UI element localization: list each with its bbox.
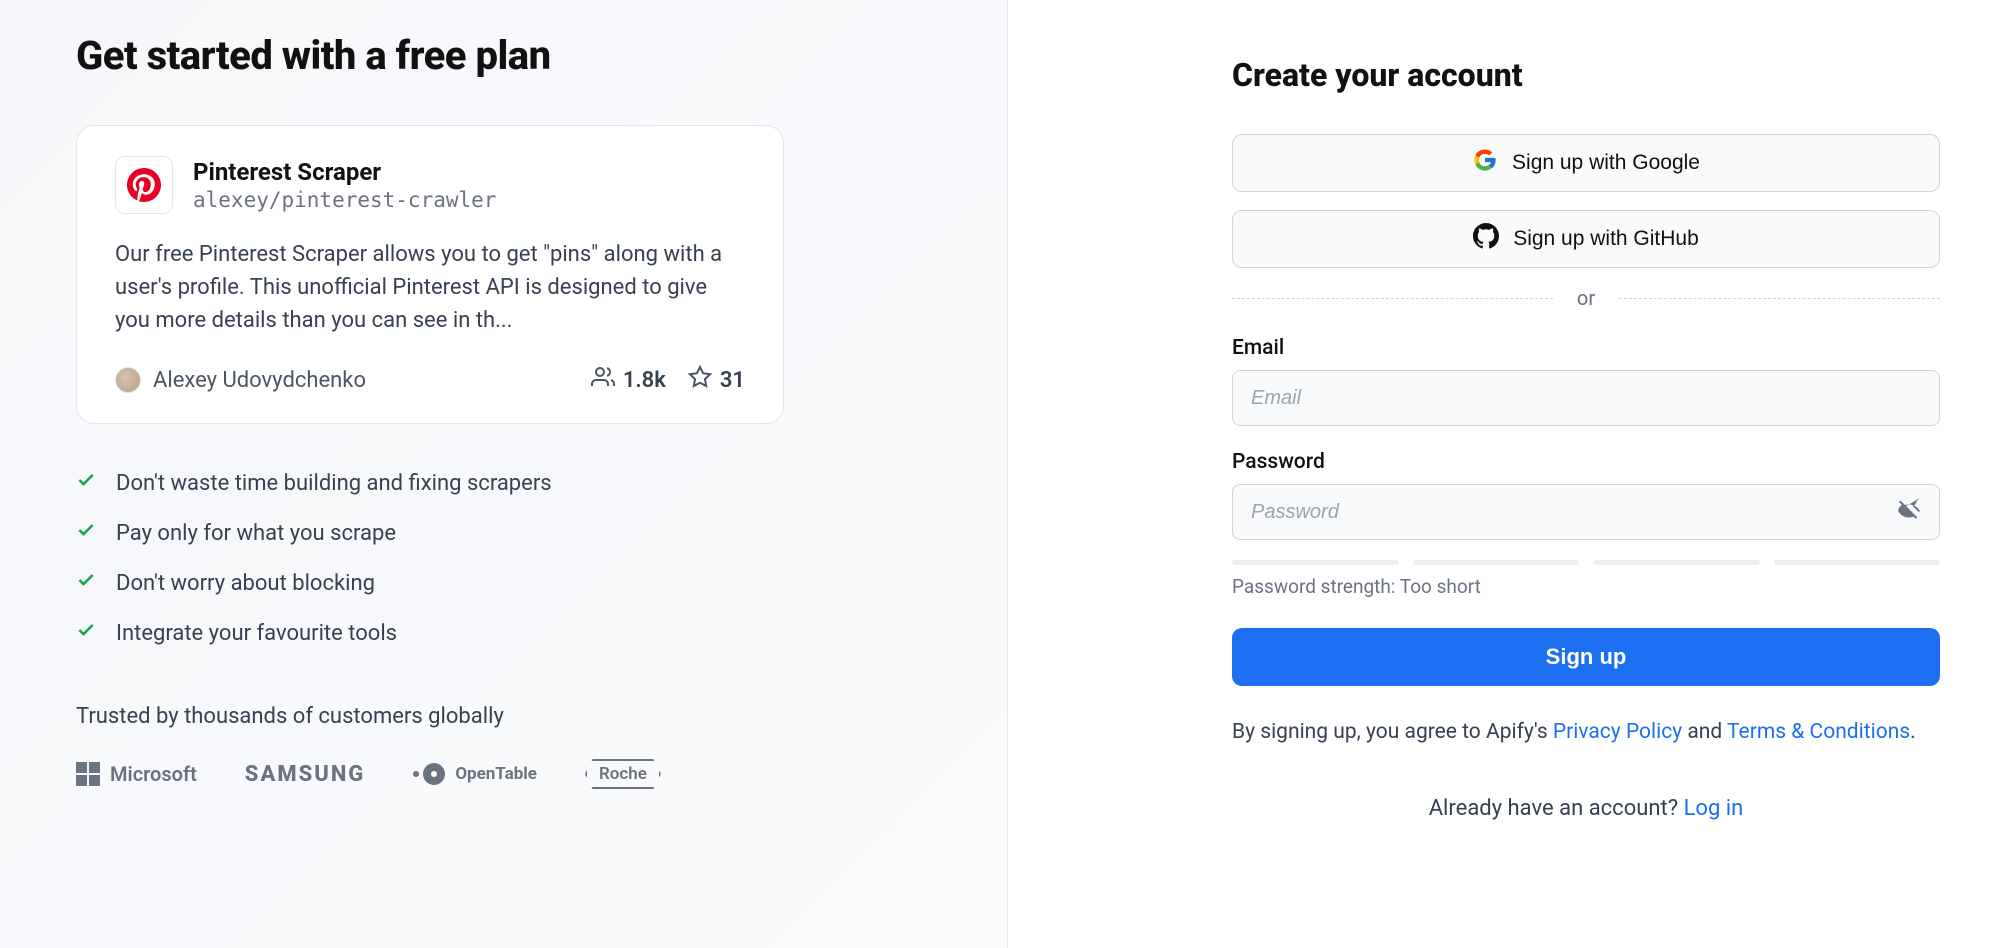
opentable-icon: [413, 763, 445, 785]
avatar: [115, 367, 141, 393]
password-strength-text: Password strength: Too short: [1232, 575, 1940, 598]
card-title: Pinterest Scraper: [193, 158, 496, 186]
login-prompt: Already have an account? Log in: [1232, 796, 1940, 821]
check-icon: [76, 470, 96, 496]
actor-card[interactable]: Pinterest Scraper alexey/pinterest-crawl…: [76, 125, 784, 424]
headline: Get started with a free plan: [76, 32, 931, 79]
password-label: Password: [1232, 450, 1940, 474]
check-icon: [76, 520, 96, 546]
opentable-logo: OpenTable: [413, 763, 537, 785]
google-signup-label: Sign up with Google: [1512, 151, 1700, 175]
list-item: Don't waste time building and fixing scr…: [76, 470, 931, 496]
google-signup-button[interactable]: Sign up with Google: [1232, 134, 1940, 192]
users-count: 1.8k: [623, 368, 666, 393]
email-label: Email: [1232, 336, 1940, 360]
github-signup-label: Sign up with GitHub: [1513, 227, 1699, 251]
divider-text: or: [1577, 286, 1595, 310]
password-field[interactable]: [1232, 484, 1940, 540]
benefit-text: Don't waste time building and fixing scr…: [116, 471, 552, 496]
microsoft-icon: [76, 762, 100, 786]
pinterest-icon: [115, 156, 173, 214]
star-icon: [688, 365, 712, 395]
author[interactable]: Alexey Udovydchenko: [115, 367, 366, 393]
card-description: Our free Pinterest Scraper allows you to…: [115, 238, 745, 337]
toggle-password-icon[interactable]: [1896, 498, 1922, 528]
email-field[interactable]: [1232, 370, 1940, 426]
author-name: Alexey Udovydchenko: [153, 368, 366, 393]
privacy-link[interactable]: Privacy Policy: [1553, 720, 1682, 744]
benefits-list: Don't waste time building and fixing scr…: [76, 470, 931, 646]
benefit-text: Don't worry about blocking: [116, 571, 375, 596]
users-stat: 1.8k: [591, 365, 666, 395]
card-slug: alexey/pinterest-crawler: [193, 188, 496, 212]
check-icon: [76, 620, 96, 646]
marketing-pane: Get started with a free plan Pinterest S…: [0, 0, 1008, 948]
stars-count: 31: [720, 368, 745, 393]
github-signup-button[interactable]: Sign up with GitHub: [1232, 210, 1940, 268]
check-icon: [76, 570, 96, 596]
customer-logos: Microsoft SAMSUNG OpenTable Roche: [76, 759, 931, 789]
samsung-logo: SAMSUNG: [245, 762, 366, 787]
divider: or: [1232, 286, 1940, 310]
legal-text: By signing up, you agree to Apify's Priv…: [1232, 716, 1940, 750]
trust-text: Trusted by thousands of customers global…: [76, 704, 931, 729]
terms-link[interactable]: Terms & Conditions: [1727, 720, 1910, 744]
benefit-text: Integrate your favourite tools: [116, 621, 397, 646]
card-header: Pinterest Scraper alexey/pinterest-crawl…: [115, 156, 745, 214]
benefit-text: Pay only for what you scrape: [116, 521, 396, 546]
stars-stat: 31: [688, 365, 745, 395]
signup-pane: Create your account Sign up with Google …: [1008, 0, 2000, 948]
form-title: Create your account: [1232, 56, 1940, 94]
roche-logo: Roche: [585, 759, 661, 789]
login-link[interactable]: Log in: [1684, 796, 1744, 821]
github-icon: [1473, 223, 1499, 255]
google-icon: [1472, 147, 1498, 179]
list-item: Pay only for what you scrape: [76, 520, 931, 546]
microsoft-logo: Microsoft: [76, 762, 197, 786]
signup-button[interactable]: Sign up: [1232, 628, 1940, 686]
card-stats: 1.8k 31: [591, 365, 745, 395]
list-item: Don't worry about blocking: [76, 570, 931, 596]
roche-icon: Roche: [585, 759, 661, 789]
list-item: Integrate your favourite tools: [76, 620, 931, 646]
users-icon: [591, 365, 615, 395]
